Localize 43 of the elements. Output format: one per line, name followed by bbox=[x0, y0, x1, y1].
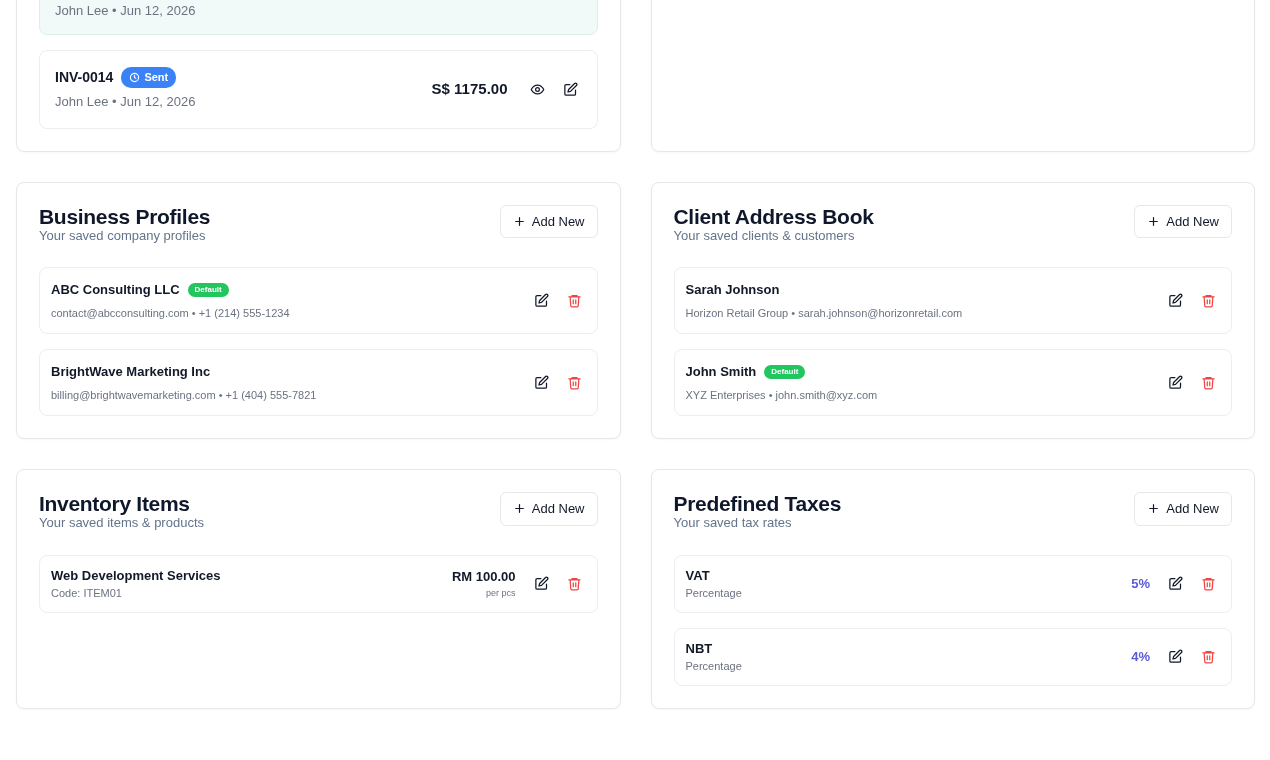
status-badge: Sent bbox=[121, 67, 177, 88]
invoice-meta: John Lee • Jun 12, 2026 bbox=[55, 1, 197, 20]
item-detail: billing@brightwavemarketing.com • +1 (404) 555-7821 bbox=[51, 387, 318, 403]
item-name: BrightWave Marketing Inc bbox=[51, 363, 211, 382]
section-title: Predefined Taxes bbox=[673, 492, 842, 516]
section-subtitle: Your saved company profiles bbox=[39, 227, 207, 244]
add-new-button[interactable]: Add New bbox=[499, 204, 598, 238]
section-subtitle: Your saved clients & customers bbox=[673, 227, 856, 244]
item-name: Sarah Johnson bbox=[685, 281, 780, 300]
item-detail: Code: ITEM01 bbox=[51, 586, 123, 602]
item-unit: per pcs bbox=[485, 586, 516, 600]
tax-rate: 5% bbox=[1131, 575, 1150, 594]
item-name: VAT bbox=[685, 566, 710, 585]
item-detail: XYZ Enterprises • john.smith@xyz.com bbox=[685, 387, 879, 403]
invoice-meta: John Lee • Jun 12, 2026 bbox=[55, 93, 197, 111]
plus-icon bbox=[512, 502, 526, 516]
invoice-number: INV-0014 bbox=[55, 68, 114, 87]
invoice-row[interactable]: John Lee • Jun 12, 2026 bbox=[39, 0, 598, 35]
section-title: Client Address Book bbox=[673, 204, 874, 228]
plus-icon bbox=[1147, 502, 1161, 516]
default-badge: Default bbox=[187, 283, 229, 297]
section-subtitle: Your saved tax rates bbox=[673, 515, 793, 531]
plus-icon bbox=[512, 214, 526, 228]
section-subtitle: Your saved items & products bbox=[39, 515, 204, 531]
add-new-button[interactable]: Add New bbox=[499, 492, 598, 526]
plus-icon bbox=[1147, 214, 1161, 228]
item-detail: contact@abcconsulting.com • +1 (214) 555-1234 bbox=[51, 305, 291, 321]
item-detail: Horizon Retail Group • sarah.johnson@horizonretail.com bbox=[685, 305, 964, 321]
item-detail: Percentage bbox=[685, 586, 743, 602]
item-name: NBT bbox=[685, 639, 713, 658]
item-name: ABC Consulting LLC bbox=[51, 281, 180, 300]
invoice-row[interactable]: INV-0014 Sent John Lee • Jun 12, 2026 S$ 1175.00 bbox=[39, 50, 598, 129]
add-new-button[interactable]: Add New bbox=[1134, 492, 1232, 526]
tax-rate: 4% bbox=[1131, 648, 1150, 667]
item-name: John Smith bbox=[685, 363, 757, 382]
item-price: RM 100.00 bbox=[451, 568, 516, 587]
section-title: Inventory Items bbox=[39, 492, 191, 516]
invoice-amount: S$ 1175.00 bbox=[431, 79, 508, 99]
section-title: Business Profiles bbox=[39, 204, 211, 228]
default-badge: Default bbox=[764, 365, 806, 379]
item-name: Web Development Services bbox=[51, 566, 221, 585]
add-new-button[interactable]: Add New bbox=[1134, 204, 1232, 238]
item-detail: Percentage bbox=[685, 659, 743, 675]
